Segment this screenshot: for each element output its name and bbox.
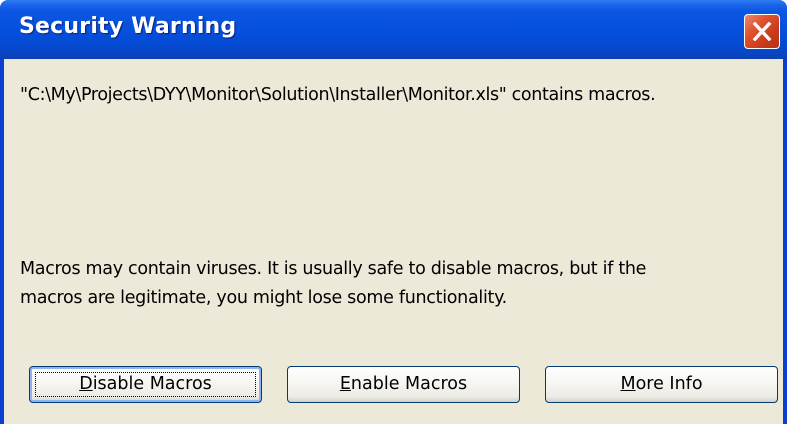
close-button[interactable] <box>744 14 780 49</box>
more-info-label: More Info <box>620 374 702 394</box>
enable-macros-button[interactable]: Enable Macros <box>287 366 520 403</box>
title-bar[interactable]: Security Warning <box>0 0 787 59</box>
disable-label-rest: isable Macros <box>92 374 212 394</box>
dialog-body: "C:\My\Projects\DYY\Monitor\Solution\Ins… <box>4 59 783 424</box>
macro-warning-text: Macros may contain viruses. It is usuall… <box>20 255 646 313</box>
file-macros-message: "C:\My\Projects\DYY\Monitor\Solution\Ins… <box>20 85 656 105</box>
macro-warning-line-2: macros are legitimate, you might lose so… <box>20 288 507 308</box>
enable-accelerator: E <box>339 374 351 394</box>
disable-accelerator: D <box>79 374 93 394</box>
more-info-button[interactable]: More Info <box>545 366 778 403</box>
enable-label-rest: nable Macros <box>350 374 468 394</box>
close-x-icon <box>752 22 772 41</box>
security-warning-dialog: Security Warning "C:\My\Projects\DYY\Mon… <box>0 0 787 424</box>
more-info-label-rest: ore Info <box>635 374 703 394</box>
dialog-title: Security Warning <box>19 14 237 39</box>
disable-macros-button[interactable]: Disable Macros <box>29 366 262 403</box>
enable-macros-label: Enable Macros <box>340 374 467 394</box>
more-info-accelerator: M <box>620 374 636 394</box>
disable-macros-label: Disable Macros <box>79 374 212 394</box>
macro-warning-line-1: Macros may contain viruses. It is usuall… <box>20 259 647 279</box>
